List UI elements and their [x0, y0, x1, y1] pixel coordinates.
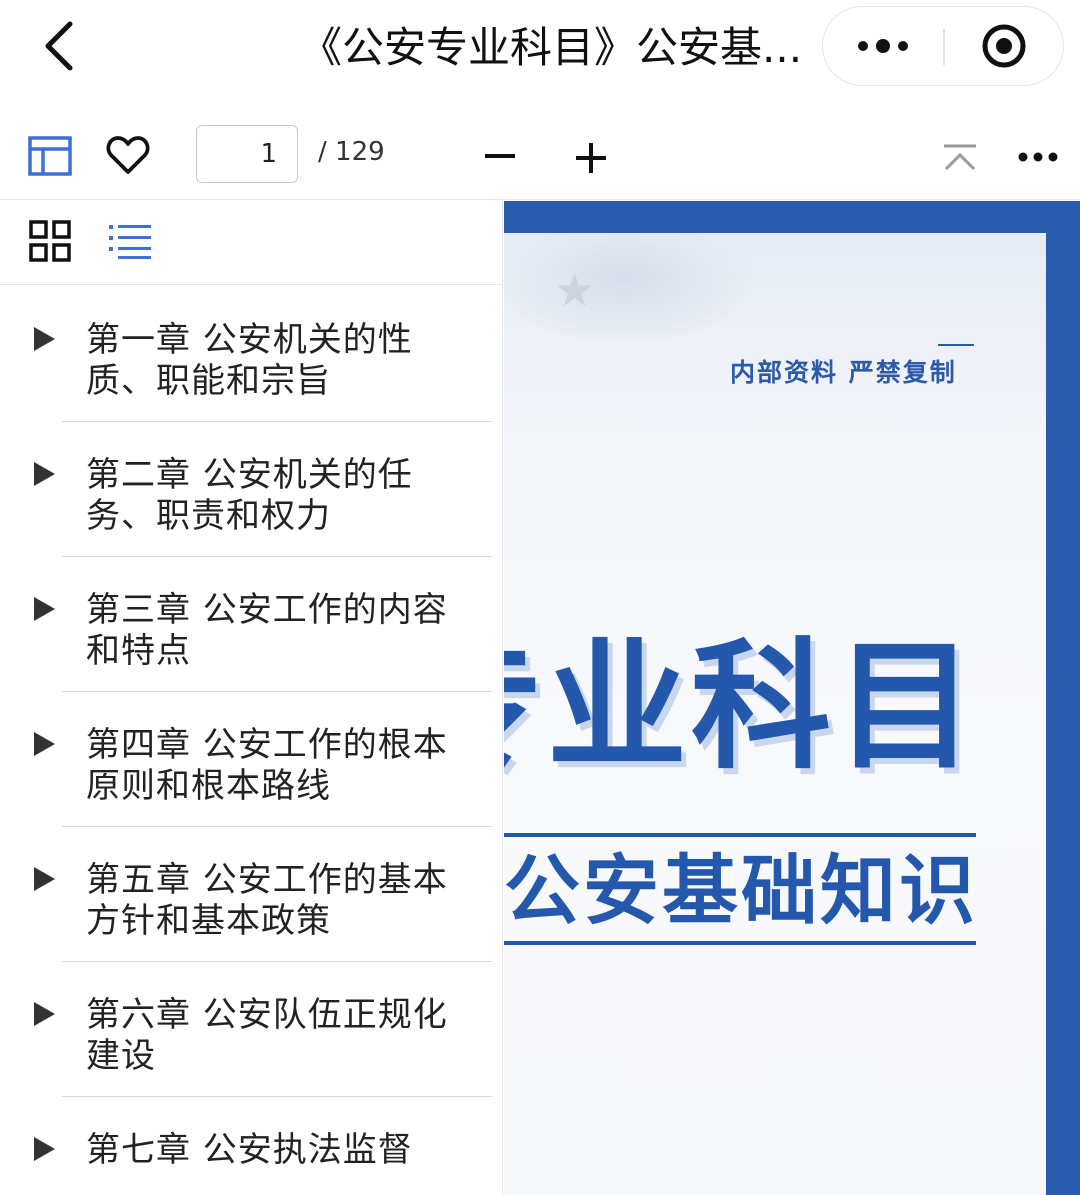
capsule-more-button[interactable] — [823, 7, 943, 85]
decorative-line — [938, 344, 974, 346]
expand-arrow-icon[interactable] — [34, 597, 55, 621]
expand-arrow-icon[interactable] — [34, 462, 55, 486]
outline-item[interactable]: 第三章 公安工作的内容和特点 — [0, 557, 502, 692]
sidebar-tabs — [0, 201, 502, 285]
expand-arrow-icon[interactable] — [34, 1137, 55, 1161]
cover-subtitle: 公安基础知识 — [504, 846, 978, 935]
expand-arrow-icon[interactable] — [34, 327, 55, 351]
outline-item[interactable]: 第六章 公安队伍正规化建设 — [0, 962, 502, 1097]
expand-arrow-icon[interactable] — [34, 867, 55, 891]
document-viewer[interactable]: ★ 内部资料 严禁复制 专业科目 公安基础知识 — [504, 201, 1080, 1195]
capsule-close-button[interactable] — [944, 7, 1064, 85]
expand-arrow-icon[interactable] — [34, 732, 55, 756]
outline-item[interactable]: 第一章 公安机关的性质、职能和宗旨 — [0, 287, 502, 422]
back-button[interactable] — [30, 14, 90, 78]
outline-item[interactable]: 第二章 公安机关的任务、职责和权力 — [0, 422, 502, 557]
page-title: 《公安专业科目》公安基... — [300, 23, 800, 72]
star-icon: ★ — [554, 263, 596, 317]
expand-arrow-icon[interactable] — [34, 1002, 55, 1026]
outline-item-label: 第六章 公安队伍正规化建设 — [86, 995, 448, 1076]
page-total-label: / 129 — [318, 137, 385, 167]
decorative-line — [504, 941, 976, 945]
outline-item-label: 第四章 公安工作的根本原则和根本路线 — [86, 725, 448, 806]
favorite-button[interactable] — [104, 133, 152, 177]
zoom-in-button[interactable] — [570, 139, 612, 177]
outline-sidebar: 第一章 公安机关的性质、职能和宗旨 第二章 公安机关的任务、职责和权力 第三章 … — [0, 201, 503, 1195]
tab-outline[interactable] — [104, 219, 156, 263]
outline-item[interactable]: 第四章 公安工作的根本原则和根本路线 — [0, 692, 502, 827]
heart-icon — [106, 136, 150, 174]
document-page: ★ 内部资料 严禁复制 专业科目 公安基础知识 — [504, 233, 1046, 1195]
more-dots-icon — [1018, 152, 1058, 162]
outline-item-label: 第五章 公安工作的基本方针和基本政策 — [86, 860, 448, 941]
emblem-watermark — [504, 233, 754, 343]
toggle-outline-button[interactable] — [26, 133, 74, 179]
mini-program-capsule — [822, 6, 1064, 86]
outline-item-label: 第三章 公安工作的内容和特点 — [86, 590, 448, 671]
more-dots-icon — [858, 39, 908, 53]
list-icon — [109, 225, 151, 259]
scroll-to-top-button[interactable] — [938, 139, 982, 177]
outline-item[interactable]: 第七章 公安执法监督 — [0, 1097, 502, 1195]
internal-notice: 内部资料 严禁复制 — [730, 358, 957, 387]
title-bar: 《公安专业科目》公安基... — [0, 0, 1080, 95]
outline-item-label: 第二章 公安机关的任务、职责和权力 — [86, 455, 413, 536]
outline-item[interactable]: 第五章 公安工作的基本方针和基本政策 — [0, 827, 502, 962]
minus-icon — [485, 154, 515, 158]
grid-icon — [29, 220, 71, 262]
tab-thumbnails[interactable] — [26, 217, 74, 265]
scroll-to-top-icon — [944, 144, 976, 171]
reader-toolbar: / 129 — [0, 95, 1080, 200]
layout-panel-icon — [28, 136, 72, 176]
plus-icon — [576, 143, 606, 173]
toolbar-more-button[interactable] — [1012, 145, 1064, 169]
outline-item-label: 第七章 公安执法监督 — [86, 1130, 413, 1170]
outline-item-label: 第一章 公安机关的性质、职能和宗旨 — [86, 320, 413, 401]
page-number-input[interactable] — [196, 125, 298, 183]
cover-title: 专业科目 — [504, 626, 979, 789]
decorative-line — [504, 833, 976, 837]
target-circle-icon — [982, 24, 1026, 68]
zoom-out-button[interactable] — [480, 139, 520, 175]
chevron-left-icon — [45, 21, 73, 71]
outline-list: 第一章 公安机关的性质、职能和宗旨 第二章 公安机关的任务、职责和权力 第三章 … — [0, 287, 502, 1195]
